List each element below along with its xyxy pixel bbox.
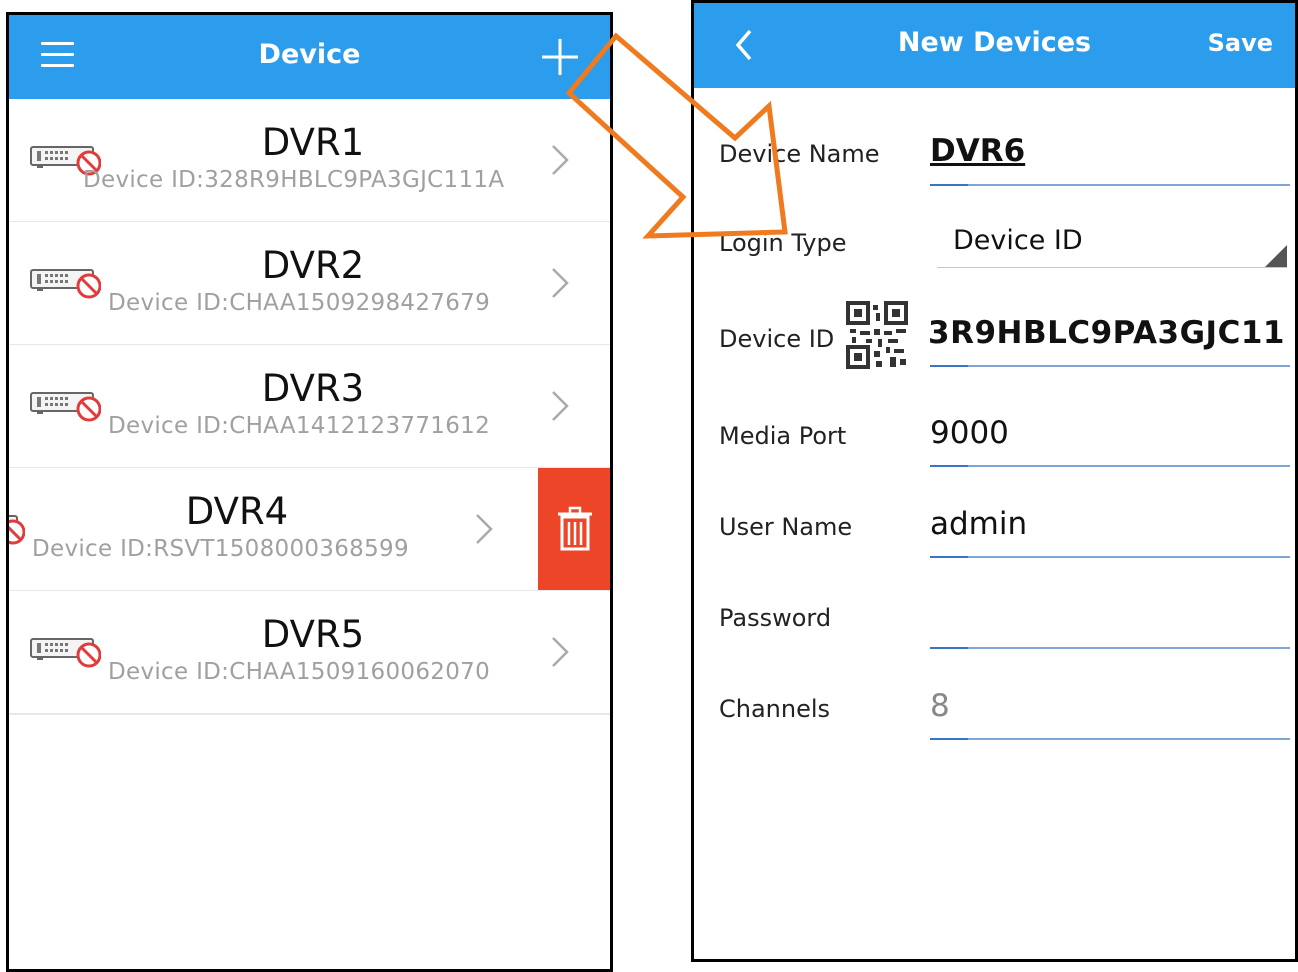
login-type-select[interactable]: Device ID: [953, 225, 1083, 256]
device-list-screen: Device DVR1 Device ID:328R9HBLC9PA3GJC11…: [6, 12, 613, 972]
trash-icon: [558, 506, 592, 551]
device-id: Device ID:RSVT1508000368599: [32, 536, 409, 562]
password-underline: [930, 647, 1290, 649]
device-name: DVR4: [185, 490, 289, 533]
delete-button[interactable]: [538, 468, 610, 590]
login-type-underline: [937, 267, 1287, 268]
device-row-dvr3[interactable]: DVR3 Device ID:CHAA1412123771612: [9, 345, 610, 469]
device-id: Device ID:CHAA1509160062070: [108, 659, 491, 685]
new-device-appbar: New Devices Save: [694, 3, 1295, 88]
media-port-underline: [930, 465, 1290, 467]
device-id-field[interactable]: 3R9HBLC9PA3GJC111A: [928, 315, 1288, 351]
device-row-dvr4[interactable]: DVR4 Device ID:RSVT1508000368599: [9, 468, 610, 592]
device-row-dvr5[interactable]: DVR5 Device ID:CHAA1509160062070: [9, 591, 610, 715]
new-device-screen: New Devices Save Device Name DVR6 Login …: [691, 0, 1298, 962]
device-id: Device ID:CHAA1412123771612: [108, 413, 491, 439]
device-id: Device ID:328R9HBLC9PA3GJC111A: [83, 167, 505, 193]
device-name-field[interactable]: DVR6: [930, 133, 1025, 169]
chevron-right-icon: [552, 145, 569, 175]
page-title: New Devices: [897, 27, 1092, 58]
media-port-label: Media Port: [719, 422, 847, 450]
dvr-offline-icon: [30, 269, 101, 299]
channels-underline: [930, 738, 1290, 740]
device-id-label: Device ID: [719, 325, 835, 353]
device-name: DVR2: [261, 244, 365, 287]
user-name-underline: [930, 556, 1290, 558]
plus-icon[interactable]: [538, 35, 582, 79]
dvr-offline-icon: [30, 638, 101, 668]
chevron-right-icon: [476, 514, 493, 544]
device-name: DVR1: [261, 121, 365, 164]
save-button[interactable]: Save: [1208, 29, 1273, 57]
chevron-right-icon: [552, 391, 569, 421]
dvr-offline-icon: [30, 392, 101, 422]
password-label: Password: [719, 604, 832, 632]
channels-field[interactable]: 8: [930, 688, 950, 724]
dropdown-arrow-icon[interactable]: [1265, 245, 1287, 267]
page-title: Device: [258, 39, 361, 70]
dvr-offline-icon: [9, 515, 25, 545]
chevron-right-icon: [552, 637, 569, 667]
channels-label: Channels: [719, 695, 831, 723]
user-name-field[interactable]: admin: [930, 506, 1027, 542]
device-name: DVR5: [261, 613, 365, 656]
device-id: Device ID:CHAA1509298427679: [108, 290, 491, 316]
device-list-appbar: Device: [9, 15, 610, 99]
device-row-dvr1[interactable]: DVR1 Device ID:328R9HBLC9PA3GJC111A: [9, 99, 610, 223]
device-name-label: Device Name: [719, 140, 880, 168]
qr-code-icon[interactable]: [846, 301, 908, 369]
user-name-label: User Name: [719, 513, 853, 541]
login-type-label: Login Type: [719, 229, 847, 257]
device-name-underline: [930, 184, 1290, 186]
device-id-underline: [930, 365, 1290, 367]
chevron-right-icon: [552, 268, 569, 298]
device-name: DVR3: [261, 367, 365, 410]
media-port-field[interactable]: 9000: [930, 415, 1009, 451]
device-row-dvr2[interactable]: DVR2 Device ID:CHAA1509298427679: [9, 222, 610, 346]
